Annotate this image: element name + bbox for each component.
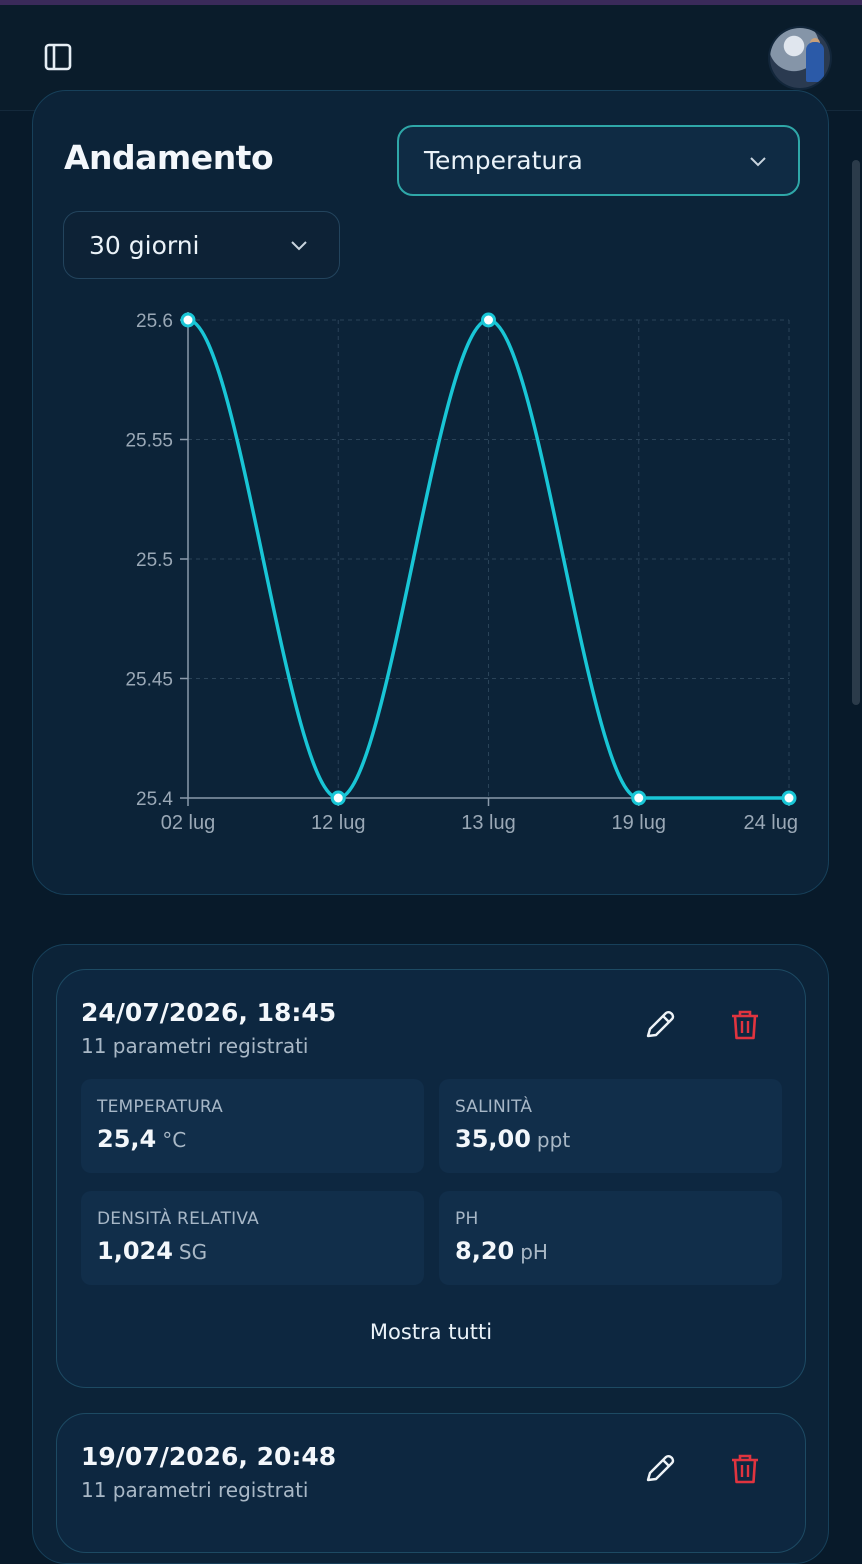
edit-button[interactable] [640,1005,680,1045]
y-tick-label: 25.55 [125,431,173,452]
entry-subtitle: 11 parametri registrati [81,1034,309,1058]
data-point [330,790,346,806]
data-point [781,790,797,806]
delete-button[interactable] [725,1449,765,1489]
param-value: 1,024 SG [97,1237,208,1265]
y-tick-label: 25.5 [136,550,173,571]
entry-date: 19/07/2026, 20:48 [81,1442,337,1471]
param-label: TEMPERATURA [97,1097,223,1117]
param-tile-density: DENSITÀ RELATIVA 1,024 SG [81,1191,424,1285]
x-tick-label: 02 lug [161,812,216,834]
x-tick-label: 12 lug [311,812,366,834]
x-tick-label: 19 lug [612,812,667,834]
param-label: SALINITÀ [455,1097,533,1117]
pencil-icon [646,1011,675,1038]
param-unit: °C [162,1128,187,1152]
data-point [180,312,196,328]
trash-icon [732,1454,758,1484]
param-label: PH [455,1209,479,1229]
param-tile-temperature: TEMPERATURA 25,4 °C [81,1079,424,1173]
param-value: 35,00 ppt [455,1125,571,1153]
param-value: 8,20 pH [455,1237,548,1265]
delete-button[interactable] [725,1005,765,1045]
temperature-line-chart: 25.6 25.55 25.5 25.45 25.402 lug 12 lug 13 lug… [125,311,799,834]
pencil-icon [646,1455,675,1482]
entry-subtitle: 11 parametri registrati [81,1478,309,1502]
entry-card: 19/07/2026, 20:48 11 parametri registrat… [56,1413,806,1553]
y-tick-label: 25.45 [125,670,173,691]
param-unit: pH [520,1240,548,1264]
data-point [481,312,496,328]
param-value: 25,4 °C [97,1125,187,1153]
param-label: DENSITÀ RELATIVA [97,1209,259,1229]
entry-date: 24/07/2026, 18:45 [81,998,337,1027]
trash-icon [732,1010,758,1040]
y-tick-label: 25.4 [136,789,173,810]
edit-button[interactable] [640,1449,680,1489]
param-tile-ph: PH 8,20 pH [439,1191,782,1285]
x-tick-label: 24 lug [744,812,799,834]
param-unit: SG [178,1240,208,1264]
entry-card: 24/07/2026, 18:45 11 parametri registrat… [56,969,806,1388]
param-unit: ppt [536,1128,571,1152]
show-all-button[interactable]: Mostra tutti [57,1320,805,1344]
y-tick-label: 25.6 [136,311,173,332]
x-tick-label: 13 lug [461,812,516,834]
param-tile-salinity: SALINITÀ 35,00 ppt [439,1079,782,1173]
data-point [631,790,647,806]
